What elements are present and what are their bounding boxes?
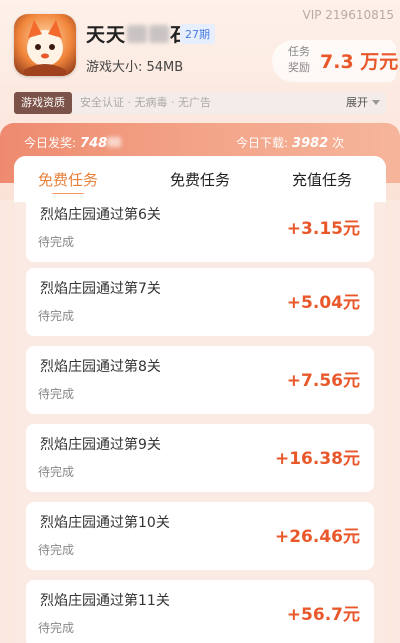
task-reward-box: 任务 奖励 7.3 万元 xyxy=(272,40,399,82)
game-icon[interactable] xyxy=(14,14,76,76)
title-redaction xyxy=(149,25,170,43)
today-payout: 今日发奖: 748 xyxy=(24,134,122,151)
reward-total: 7.3 万元 xyxy=(320,51,399,73)
task-reward: +16.38元 xyxy=(274,449,360,469)
task-panel: 免费任务 免费任务 充值任务 烈焰庄园通过第6关 待完成 +3.15元 烈焰庄园… xyxy=(14,156,386,643)
title-redaction xyxy=(127,25,148,43)
qualification-bar: 游戏资质 安全认证 · 无病毒 · 无广告 展开 xyxy=(14,92,386,114)
task-status: 待完成 xyxy=(38,235,75,249)
task-card[interactable]: 烈焰庄园通过第7关 待完成 +5.04元 xyxy=(26,268,374,336)
task-reward: +26.46元 xyxy=(274,527,360,547)
qualification-text: 安全认证 · 无病毒 · 无广告 xyxy=(80,96,211,109)
chevron-down-icon xyxy=(372,100,380,105)
tab-recharge-task[interactable]: 充值任务 xyxy=(272,169,372,190)
today-payout-value: 748 xyxy=(80,136,108,151)
task-title: 烈焰庄园通过第11关 xyxy=(40,593,170,609)
task-reward: +5.04元 xyxy=(286,293,360,313)
task-title: 烈焰庄园通过第8关 xyxy=(40,359,161,375)
task-card[interactable]: 烈焰庄园通过第9关 待完成 +16.38元 xyxy=(26,424,374,492)
tab-free-task-2[interactable]: 免费任务 xyxy=(150,169,250,190)
game-header: 天天石 27期 VIP 219610815 游戏大小: 54MB 任务 奖励 7… xyxy=(0,0,400,130)
today-download-unit: 次 xyxy=(332,136,345,150)
expand-button[interactable]: 展开 xyxy=(346,92,380,114)
today-payout-label: 今日发奖: xyxy=(24,136,77,150)
task-title: 烈焰庄园通过第6关 xyxy=(40,207,161,223)
task-reward: +56.7元 xyxy=(286,605,360,625)
period-badge: 27期 xyxy=(180,24,215,44)
task-card[interactable]: 烈焰庄园通过第6关 待完成 +3.15元 xyxy=(26,194,374,262)
today-download-value: 3982 xyxy=(292,136,329,151)
qualification-tag: 游戏资质 xyxy=(14,92,72,114)
task-status: 待完成 xyxy=(38,387,75,401)
vip-id: VIP 219610815 xyxy=(302,8,394,22)
today-downloads: 今日下载: 3982 次 xyxy=(236,134,344,151)
game-title: 天天石 xyxy=(86,20,190,47)
reward-label: 任务 奖励 xyxy=(288,45,310,74)
task-card[interactable]: 烈焰庄园通过第10关 待完成 +26.46元 xyxy=(26,502,374,570)
today-download-label: 今日下载: xyxy=(236,136,289,150)
task-status: 待完成 xyxy=(38,621,75,635)
task-status: 待完成 xyxy=(38,465,75,479)
game-title-part1: 天天 xyxy=(86,24,127,46)
task-status: 待完成 xyxy=(38,543,75,557)
task-status: 待完成 xyxy=(38,309,75,323)
task-title: 烈焰庄园通过第10关 xyxy=(40,515,170,531)
task-reward: +3.15元 xyxy=(286,219,360,239)
task-card[interactable]: 烈焰庄园通过第8关 待完成 +7.56元 xyxy=(26,346,374,414)
payout-redaction xyxy=(107,137,122,147)
task-title: 烈焰庄园通过第9关 xyxy=(40,437,161,453)
task-title: 烈焰庄园通过第7关 xyxy=(40,281,161,297)
fox-character-icon xyxy=(24,20,66,76)
task-reward: +7.56元 xyxy=(286,371,360,391)
tab-free-task-1[interactable]: 免费任务 xyxy=(18,169,118,190)
task-card[interactable]: 烈焰庄园通过第11关 待完成 +56.7元 xyxy=(26,580,374,643)
expand-label: 展开 xyxy=(346,96,368,109)
game-size: 游戏大小: 54MB xyxy=(86,60,184,75)
